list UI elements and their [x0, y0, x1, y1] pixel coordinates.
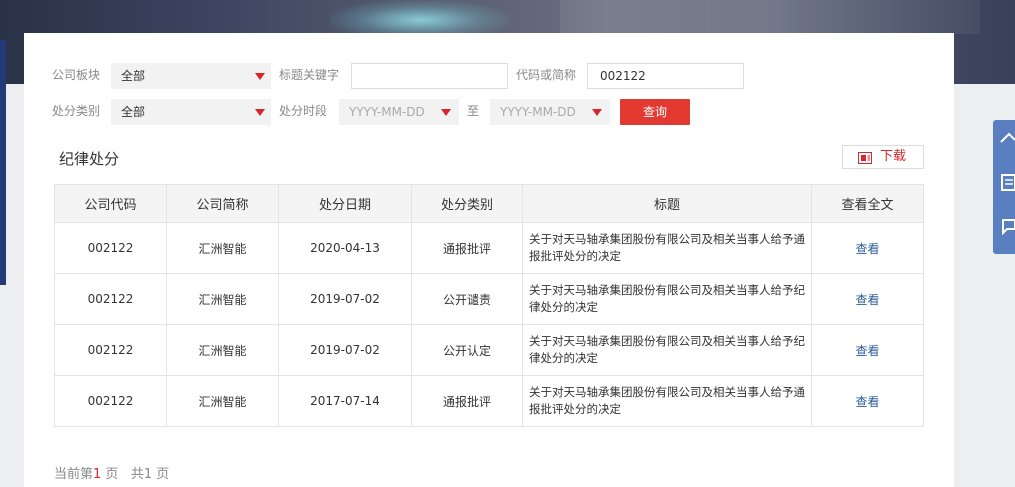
date-from-select[interactable]: YYYY-MM-DD [339, 99, 459, 125]
cell-title: 关于对天马轴承集团股份有限公司及相关当事人给予通报批评处分的决定 [522, 375, 812, 427]
pager-total-suffix: 页 [152, 467, 170, 482]
cell-name: 汇洲智能 [166, 273, 279, 325]
cell-name: 汇洲智能 [166, 375, 279, 427]
keyword-label: 标题关键字 [279, 68, 340, 82]
category-select[interactable]: 全部 [111, 99, 271, 125]
cell-code: 002122 [54, 222, 167, 274]
header-code: 公司代码 [54, 184, 167, 223]
table-row: 002122 汇洲智能 2019-07-02 公开谴责 关于对天马轴承集团股份有… [54, 273, 924, 325]
category-label: 处分类别 [52, 104, 101, 118]
cell-title: 关于对天马轴承集团股份有限公司及相关当事人给予纪律处分的决定 [522, 273, 812, 325]
table-row: 002122 汇洲智能 2017-07-14 通报批评 关于对天马轴承集团股份有… [54, 375, 924, 427]
cell-title: 关于对天马轴承集团股份有限公司及相关当事人给予纪律处分的决定 [522, 324, 812, 376]
cell-date: 2020-04-13 [278, 222, 412, 274]
cell-category: 通报批评 [411, 222, 523, 274]
view-link[interactable]: 查看 [855, 344, 879, 358]
cell-view: 查看 [811, 222, 924, 274]
code-label: 代码或简称 [516, 68, 577, 82]
chevron-down-icon [441, 109, 451, 116]
header-date: 处分日期 [278, 184, 412, 223]
to-label: 至 [467, 104, 480, 118]
left-accent-strip [0, 40, 6, 285]
header-name: 公司简称 [166, 184, 279, 223]
floating-side-toolbar [993, 120, 1015, 254]
pagination: 当前第1 页 共1 页 [54, 463, 169, 482]
chat-bubble-icon[interactable] [999, 216, 1015, 236]
section-title: 纪律处分 [59, 150, 120, 168]
header-title: 标题 [522, 184, 812, 223]
main-panel: 公司板块 全部 标题关键字 代码或简称 002122 处分类别 全部 处分时段 … [24, 33, 954, 487]
date-to-select[interactable]: YYYY-MM-DD [490, 99, 610, 125]
view-link[interactable]: 查看 [855, 242, 879, 256]
view-link[interactable]: 查看 [855, 293, 879, 307]
cell-code: 002122 [54, 273, 167, 325]
board-select[interactable]: 全部 [111, 63, 271, 89]
chevron-down-icon [255, 109, 265, 116]
back-to-top-icon[interactable] [999, 128, 1015, 148]
banner-highlight [560, 0, 980, 34]
view-link[interactable]: 查看 [855, 395, 879, 409]
date-to-placeholder: YYYY-MM-DD [500, 105, 576, 119]
date-from-placeholder: YYYY-MM-DD [349, 105, 425, 119]
pager-total-prefix: 共1 [130, 467, 153, 482]
table-header-row: 公司代码 公司简称 处分日期 处分类别 标题 查看全文 [54, 184, 924, 223]
pdf-file-icon [858, 152, 872, 164]
cell-category: 通报批评 [411, 375, 523, 427]
pager-page-suffix: 页 [101, 467, 119, 482]
cell-date: 2019-07-02 [278, 324, 412, 376]
cell-view: 查看 [811, 324, 924, 376]
cell-view: 查看 [811, 273, 924, 325]
keyword-input[interactable] [351, 63, 508, 89]
cell-name: 汇洲智能 [166, 324, 279, 376]
cell-name: 汇洲智能 [166, 222, 279, 274]
period-label: 处分时段 [279, 104, 328, 118]
download-button[interactable]: 下载 [842, 145, 924, 169]
document-icon[interactable] [999, 172, 1015, 192]
chevron-down-icon [255, 73, 265, 80]
board-select-value: 全部 [121, 69, 146, 83]
pager-prefix: 当前第 [54, 467, 94, 482]
header-category: 处分类别 [411, 184, 523, 223]
cell-category: 公开认定 [411, 324, 523, 376]
cell-category: 公开谴责 [411, 273, 523, 325]
download-label: 下载 [880, 149, 907, 164]
query-button[interactable]: 查询 [620, 99, 690, 125]
board-label: 公司板块 [52, 68, 101, 82]
table-row: 002122 汇洲智能 2019-07-02 公开认定 关于对天马轴承集团股份有… [54, 324, 924, 376]
cell-date: 2019-07-02 [278, 273, 412, 325]
cell-date: 2017-07-14 [278, 375, 412, 427]
cell-code: 002122 [54, 324, 167, 376]
category-select-value: 全部 [121, 105, 146, 119]
chevron-down-icon [592, 109, 602, 116]
discipline-table: 公司代码 公司简称 处分日期 处分类别 标题 查看全文 002122 汇洲智能 … [54, 184, 924, 427]
code-input[interactable]: 002122 [587, 63, 744, 89]
cell-view: 查看 [811, 375, 924, 427]
cell-code: 002122 [54, 375, 167, 427]
header-view: 查看全文 [811, 184, 924, 223]
cell-title: 关于对天马轴承集团股份有限公司及相关当事人给予通报批评处分的决定 [522, 222, 812, 274]
table-row: 002122 汇洲智能 2020-04-13 通报批评 关于对天马轴承集团股份有… [54, 222, 924, 274]
